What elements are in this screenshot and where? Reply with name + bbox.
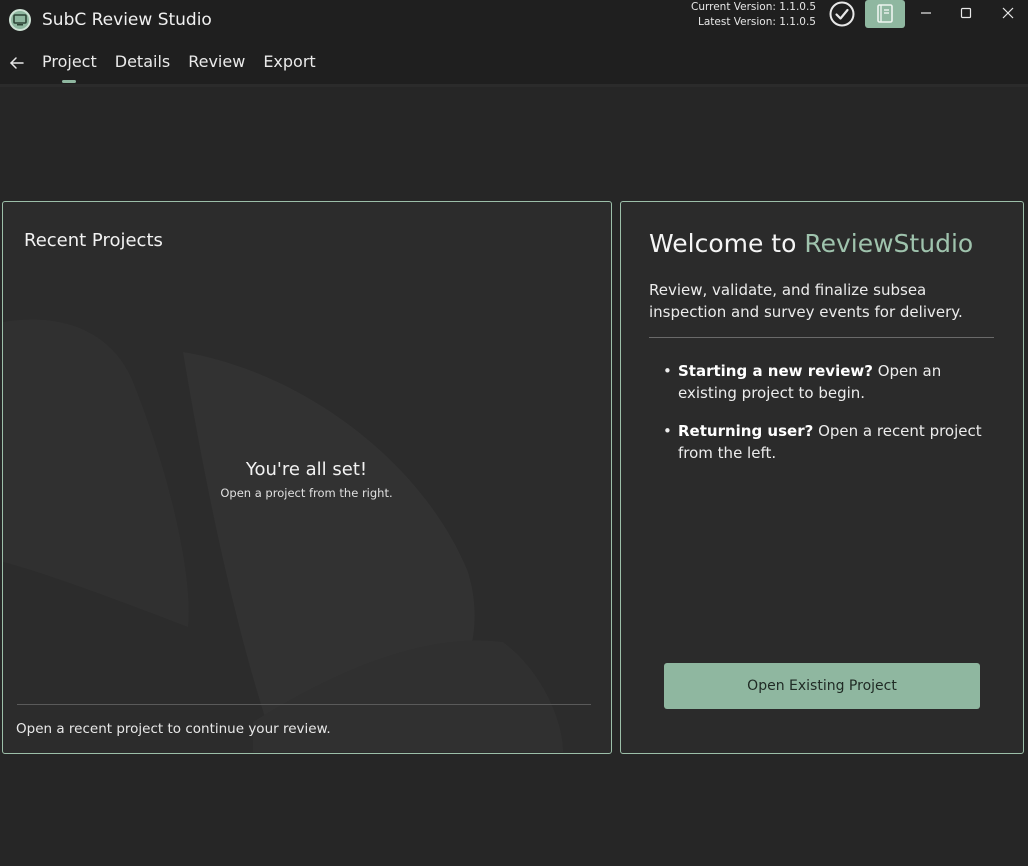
maximize-button[interactable] (946, 0, 986, 28)
welcome-title-accent: ReviewStudio (804, 229, 974, 258)
tip-bold: Starting a new review? (678, 362, 873, 380)
user-manual-button[interactable] (865, 0, 905, 28)
book-icon (877, 4, 893, 23)
recent-projects-panel: Recent Projects You're all set! Open a p… (2, 201, 612, 754)
recent-projects-title: Recent Projects (24, 230, 163, 251)
tab-review[interactable]: Review (188, 52, 245, 77)
open-existing-project-button[interactable]: Open Existing Project (664, 663, 980, 709)
tip-item: Returning user? Open a recent project fr… (663, 420, 983, 464)
app-window: SubC Review Studio Current Version: 1.1.… (0, 0, 1028, 866)
title-bar: SubC Review Studio Current Version: 1.1.… (0, 0, 1028, 44)
maximize-icon (960, 7, 972, 19)
nav-divider (0, 84, 1028, 87)
latest-version: Latest Version: 1.1.0.5 (697, 16, 816, 28)
welcome-description: Review, validate, and finalize subsea in… (649, 281, 963, 321)
tab-details[interactable]: Details (115, 52, 170, 77)
check-circle-icon[interactable] (828, 0, 856, 28)
nav-tabs: Project Details Review Export (42, 52, 316, 83)
app-title: SubC Review Studio (42, 10, 212, 30)
welcome-tips: Starting a new review? Open an existing … (663, 360, 983, 480)
close-button[interactable] (988, 0, 1028, 28)
welcome-title-prefix: Welcome to (649, 229, 805, 258)
welcome-panel: Welcome to ReviewStudio Review, validate… (620, 201, 1024, 754)
minimize-icon (921, 12, 931, 14)
version-info: Current Version: 1.1.0.5 Latest Version:… (691, 0, 816, 30)
recent-divider (17, 704, 591, 705)
app-logo-icon (9, 9, 31, 31)
recent-footer-text: Open a recent project to continue your r… (16, 721, 331, 737)
empty-state-title: You're all set! (245, 459, 368, 480)
minimize-button[interactable] (906, 0, 946, 28)
arrow-left-icon[interactable] (8, 54, 26, 72)
current-version: Current Version: 1.1.0.5 (691, 1, 816, 13)
tip-item: Starting a new review? Open an existing … (663, 360, 983, 404)
close-icon (1002, 7, 1014, 19)
empty-state-subtitle: Open a project from the right. (220, 486, 393, 500)
tab-project[interactable]: Project (42, 52, 97, 83)
welcome-title: Welcome to ReviewStudio (649, 229, 973, 258)
tab-export[interactable]: Export (263, 52, 315, 77)
welcome-divider (649, 337, 994, 338)
tip-bold: Returning user? (678, 422, 814, 440)
